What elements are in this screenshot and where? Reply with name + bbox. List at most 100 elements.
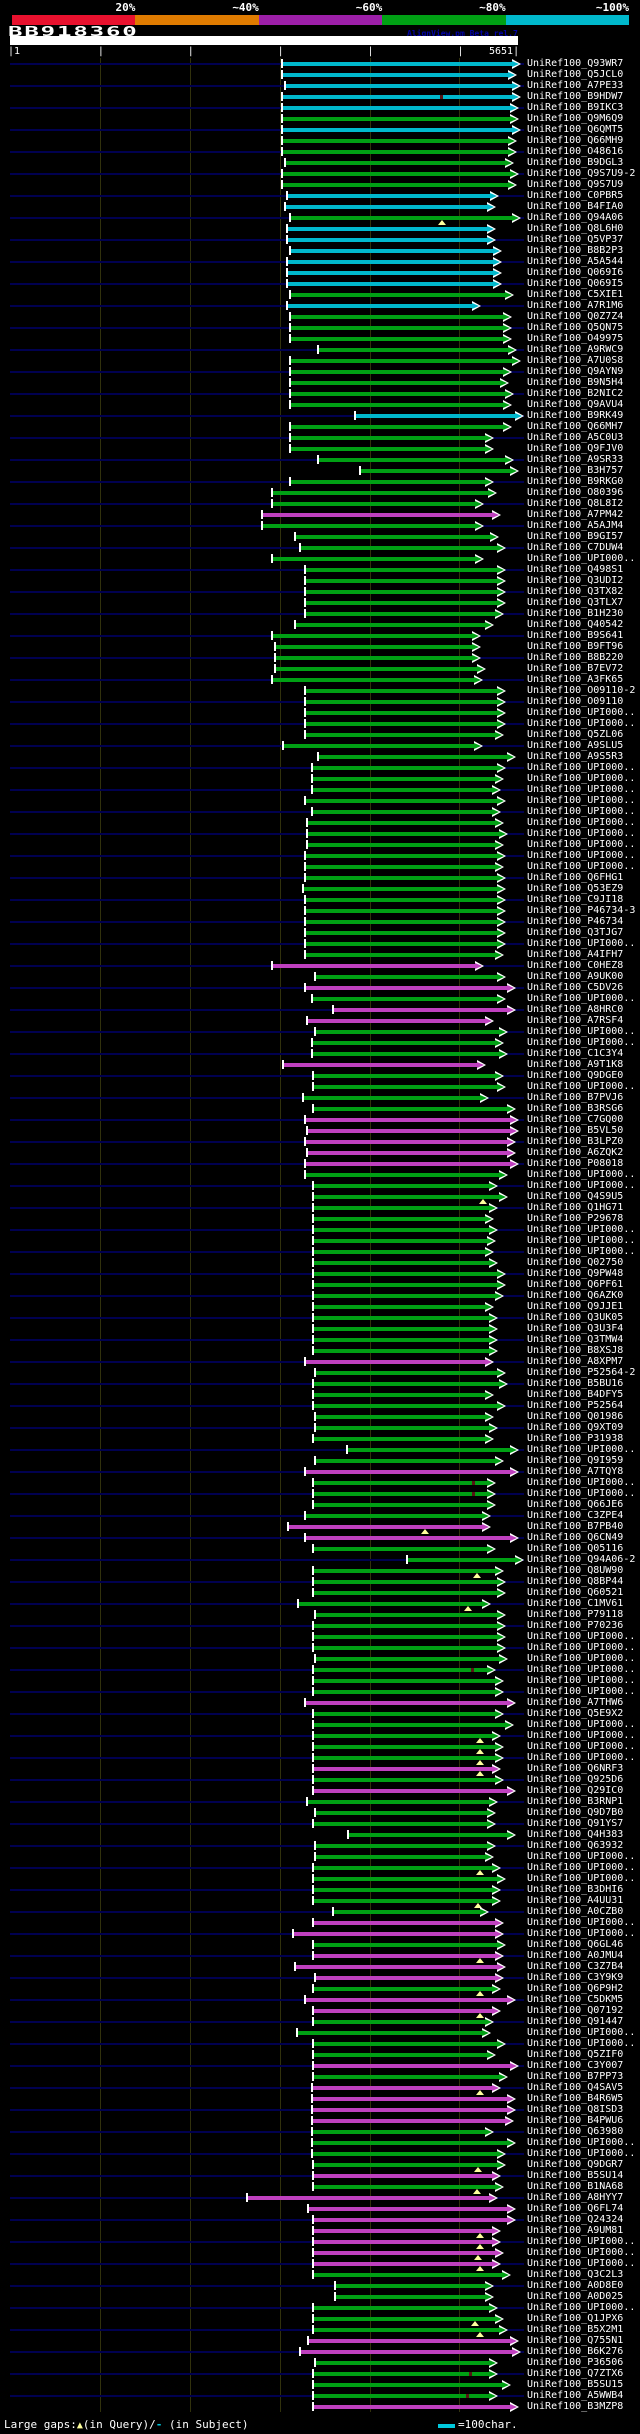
alignment-bar[interactable] <box>306 1151 507 1155</box>
alignment-bar[interactable] <box>304 722 497 726</box>
alignment-row[interactable]: UniRef100_Q63980 <box>0 2126 640 2137</box>
alignment-bar[interactable] <box>286 260 493 264</box>
hit-label[interactable]: UniRef100_Q9S7U9-2 <box>527 168 635 179</box>
alignment-row[interactable]: UniRef100_Q3UK05 <box>0 1312 640 1323</box>
alignment-row[interactable]: UniRef100_A8HYY7 <box>0 2192 640 2203</box>
hit-label[interactable]: UniRef100_B1H230 <box>527 608 623 619</box>
alignment-bar[interactable] <box>311 2097 507 2101</box>
hit-label[interactable]: UniRef100_A0D8E0 <box>527 2280 623 2291</box>
alignment-row[interactable]: UniRef100_A7R1M6 <box>0 300 640 311</box>
hit-label[interactable]: UniRef100_A7TQY8 <box>527 1466 623 1477</box>
hit-label[interactable]: UniRef100_Q5QN75 <box>527 322 623 333</box>
alignment-row[interactable]: UniRef100_Q6AZK0 <box>0 1290 640 1301</box>
hit-label[interactable]: UniRef100_UPI000.. <box>527 784 635 795</box>
hit-label[interactable]: UniRef100_UPI000.. <box>527 1235 635 1246</box>
alignment-row[interactable]: UniRef100_B9RK49 <box>0 410 640 421</box>
alignment-row[interactable]: UniRef100_A0D025 <box>0 2291 640 2302</box>
alignment-row[interactable]: UniRef100_UPI000.. <box>0 1851 640 1862</box>
alignment-bar[interactable] <box>312 2240 492 2244</box>
alignment-bar[interactable] <box>311 777 495 781</box>
hit-label[interactable]: UniRef100_Q3C2L3 <box>527 2269 623 2280</box>
alignment-row[interactable]: UniRef100_Q9FJV0 <box>0 443 640 454</box>
hit-label[interactable]: UniRef100_UPI000.. <box>527 1741 635 1752</box>
hit-label[interactable]: UniRef100_B5SU15 <box>527 2379 623 2390</box>
hit-label[interactable]: UniRef100_UPI000.. <box>527 553 635 564</box>
hit-label[interactable]: UniRef100_Q40542 <box>527 619 623 630</box>
hit-label[interactable]: UniRef100_UPI000.. <box>527 1928 635 1939</box>
alignment-bar[interactable] <box>304 942 497 946</box>
alignment-bar[interactable] <box>312 2174 492 2178</box>
alignment-bar[interactable] <box>289 392 505 396</box>
hit-label[interactable]: UniRef100_UPI000.. <box>527 993 635 1004</box>
alignment-row[interactable]: UniRef100_Q6QMT5 <box>0 124 640 135</box>
hit-label[interactable]: UniRef100_UPI000.. <box>527 817 635 828</box>
alignment-bar[interactable] <box>286 227 487 231</box>
alignment-row[interactable]: UniRef100_Q63932 <box>0 1840 640 1851</box>
hit-label[interactable]: UniRef100_UPI000.. <box>527 1037 635 1048</box>
alignment-bar[interactable] <box>311 788 492 792</box>
alignment-row[interactable]: UniRef100_Q9I959 <box>0 1455 640 1466</box>
alignment-row[interactable]: UniRef100_Q6NRF3 <box>0 1763 640 1776</box>
hit-label[interactable]: UniRef100_C3ZPE4 <box>527 1510 623 1521</box>
hit-label[interactable]: UniRef100_P08018 <box>527 1158 623 1169</box>
alignment-row[interactable]: UniRef100_A8HRC0 <box>0 1004 640 1015</box>
hit-label[interactable]: UniRef100_Q4SAV5 <box>527 2082 623 2093</box>
alignment-row[interactable]: UniRef100_Q6GL46 <box>0 1939 640 1950</box>
alignment-row[interactable]: UniRef100_Q9XT09 <box>0 1422 640 1433</box>
alignment-bar[interactable] <box>314 1657 499 1661</box>
hit-label[interactable]: UniRef100_UPI000.. <box>527 2148 635 2159</box>
alignment-bar[interactable] <box>311 1052 499 1056</box>
alignment-bar[interactable] <box>314 975 497 979</box>
alignment-row[interactable]: UniRef100_UPI000.. <box>0 1686 640 1697</box>
hit-label[interactable]: UniRef100_UPI000.. <box>527 1477 635 1488</box>
hit-label[interactable]: UniRef100_UPI000.. <box>527 795 635 806</box>
alignment-row[interactable]: UniRef100_Q60521 <box>0 1587 640 1598</box>
hit-label[interactable]: UniRef100_Q63932 <box>527 1840 623 1851</box>
alignment-row[interactable]: UniRef100_P52564 <box>0 1400 640 1411</box>
alignment-bar[interactable] <box>286 282 493 286</box>
hit-label[interactable]: UniRef100_C1C3Y4 <box>527 1048 623 1059</box>
hit-label[interactable]: UniRef100_B9HDW7 <box>527 91 623 102</box>
hit-label[interactable]: UniRef100_Q3UDI2 <box>527 575 623 586</box>
alignment-row[interactable]: UniRef100_B9FT96 <box>0 641 640 652</box>
hit-label[interactable]: UniRef100_UPI000.. <box>527 1642 635 1653</box>
alignment-row[interactable]: UniRef100_O80396 <box>0 487 640 498</box>
alignment-row[interactable]: UniRef100_UPI000.. <box>0 817 640 828</box>
alignment-bar[interactable] <box>312 2405 510 2409</box>
alignment-bar[interactable] <box>299 546 497 550</box>
hit-label[interactable]: UniRef100_Q9PW48 <box>527 1268 623 1279</box>
hit-label[interactable]: UniRef100_Q6NRF3 <box>527 1763 623 1774</box>
alignment-row[interactable]: UniRef100_P31938 <box>0 1433 640 1444</box>
alignment-row[interactable]: UniRef100_Q9DGE0 <box>0 1070 640 1081</box>
hit-label[interactable]: UniRef100_C5DV26 <box>527 982 623 993</box>
alignment-row[interactable]: UniRef100_B7PB40 <box>0 1521 640 1534</box>
hit-label[interactable]: UniRef100_P36506 <box>527 2357 623 2368</box>
alignment-row[interactable]: UniRef100_A7TQY8 <box>0 1466 640 1477</box>
alignment-row[interactable]: UniRef100_Q8UW90 <box>0 1565 640 1578</box>
alignment-row[interactable]: UniRef100_Q1HG71 <box>0 1202 640 1213</box>
alignment-row[interactable]: UniRef100_P46734 <box>0 916 640 927</box>
alignment-bar[interactable] <box>304 1536 510 1540</box>
alignment-row[interactable]: UniRef100_O09110 <box>0 696 640 707</box>
hit-label[interactable]: UniRef100_Q91447 <box>527 2016 623 2027</box>
hit-label[interactable]: UniRef100_A7PE33 <box>527 80 623 91</box>
alignment-bar[interactable] <box>312 2317 495 2321</box>
hit-label[interactable]: UniRef100_UPI000.. <box>527 1444 635 1455</box>
alignment-row[interactable]: UniRef100_UPI000.. <box>0 938 640 949</box>
alignment-row[interactable]: UniRef100_UPI000.. <box>0 2148 640 2159</box>
hit-label[interactable]: UniRef100_Q7ZTX6 <box>527 2368 623 2379</box>
alignment-bar[interactable] <box>406 1558 515 1562</box>
alignment-row[interactable]: UniRef100_Q9DGR7 <box>0 2159 640 2172</box>
hit-label[interactable]: UniRef100_Q63980 <box>527 2126 623 2137</box>
hit-label[interactable]: UniRef100_B8XSJ8 <box>527 1345 623 1356</box>
alignment-bar[interactable] <box>312 1987 492 1991</box>
alignment-bar[interactable] <box>314 1811 487 1815</box>
alignment-row[interactable]: UniRef100_Q91447 <box>0 2016 640 2027</box>
hit-label[interactable]: UniRef100_UPI000.. <box>527 1026 635 1037</box>
alignment-bar[interactable] <box>271 678 474 682</box>
alignment-row[interactable]: UniRef100_UPI000.. <box>0 718 640 729</box>
alignment-row[interactable]: UniRef100_A5AJM4 <box>0 520 640 531</box>
alignment-bar[interactable] <box>306 1129 510 1133</box>
alignment-row[interactable]: UniRef100_A4UU31 <box>0 1895 640 1908</box>
hit-label[interactable]: UniRef100_Q6QMT5 <box>527 124 623 135</box>
